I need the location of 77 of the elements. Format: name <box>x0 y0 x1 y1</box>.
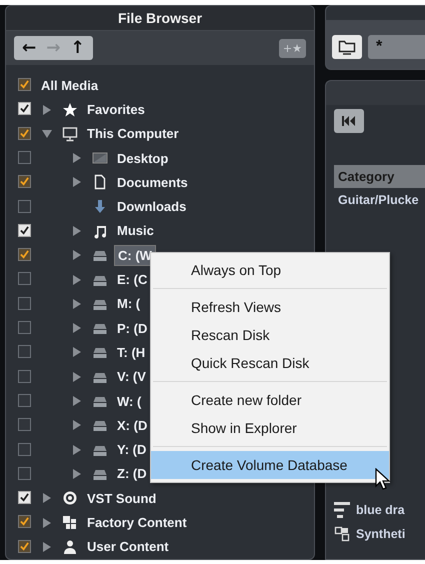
expand-arrow-icon[interactable] <box>72 177 82 188</box>
checkbox[interactable] <box>18 442 31 456</box>
cursor-icon <box>375 468 391 490</box>
document-icon <box>92 174 108 190</box>
menu-item[interactable]: Create Volume Database <box>151 451 389 479</box>
tree-item[interactable]: X: (D <box>114 416 150 435</box>
expand-arrow-icon[interactable] <box>72 153 82 164</box>
tree-item[interactable]: W: ( <box>114 392 144 411</box>
expand-arrow-icon[interactable] <box>72 347 82 358</box>
menu-item[interactable]: Refresh Views <box>151 293 389 321</box>
menu-item[interactable]: Quick Rescan Disk <box>151 349 389 377</box>
expand-arrow-icon[interactable] <box>72 372 82 382</box>
expand-arrow-icon[interactable] <box>72 444 82 455</box>
skip-to-start-icon <box>342 116 356 126</box>
checkbox[interactable] <box>18 321 31 334</box>
skip-to-start-button[interactable] <box>334 109 364 133</box>
tree-item[interactable]: Documents <box>114 172 191 192</box>
expand-arrow-icon[interactable] <box>42 104 52 114</box>
expand-arrow-icon[interactable] <box>72 420 82 430</box>
panel-title: File Browser <box>6 6 314 31</box>
tree-item[interactable]: Downloads <box>114 197 190 216</box>
down-arrow-icon <box>92 198 108 215</box>
checkbox[interactable] <box>18 418 31 432</box>
checkbox[interactable] <box>18 150 31 164</box>
checkbox[interactable] <box>18 466 31 480</box>
monitor-icon <box>62 126 78 142</box>
tree-item[interactable]: Y: (D <box>114 440 150 460</box>
tree-item[interactable]: This Computer <box>84 124 182 144</box>
expand-arrow-icon[interactable] <box>72 250 82 260</box>
lines-icon <box>334 502 350 518</box>
column-header[interactable]: Category <box>334 165 425 188</box>
folder-button[interactable] <box>332 35 362 59</box>
tree-item[interactable]: V: (V <box>114 367 149 386</box>
tree-item[interactable]: Music <box>114 221 157 240</box>
menu-item[interactable]: Show in Explorer <box>151 414 389 442</box>
user-icon <box>62 538 78 555</box>
blocks-icon <box>334 526 350 542</box>
tree-item[interactable]: Favorites <box>84 100 148 119</box>
checkbox[interactable] <box>18 345 31 358</box>
tree-item[interactable]: User Content <box>84 537 172 556</box>
search-field[interactable]: * <box>368 35 425 59</box>
tree-item[interactable]: P: (D <box>114 318 150 338</box>
tree-item[interactable]: All Media <box>38 76 102 95</box>
menu-item[interactable]: Create new folder <box>151 386 389 414</box>
nav-button[interactable]: ← <box>18 38 40 58</box>
checkbox[interactable] <box>18 296 31 310</box>
tree-item[interactable]: T: (H <box>114 342 148 362</box>
expand-arrow-icon[interactable] <box>42 518 52 528</box>
expand-arrow-icon[interactable] <box>72 226 82 236</box>
checkbox[interactable] <box>18 394 31 407</box>
expand-arrow-icon[interactable] <box>72 323 82 334</box>
collapse-arrow-icon[interactable] <box>42 128 52 139</box>
folder-icon <box>338 39 356 55</box>
star-icon <box>62 102 78 118</box>
desktop-icon <box>92 150 108 166</box>
expand-arrow-icon[interactable] <box>72 396 82 406</box>
tree-item[interactable]: Z: (D <box>114 464 150 484</box>
result-item[interactable]: blue dra <box>356 503 405 517</box>
expand-arrow-icon[interactable] <box>72 468 82 479</box>
nav-button[interactable]: ↑ <box>66 38 89 58</box>
expand-arrow-icon[interactable] <box>72 298 82 309</box>
checkbox[interactable] <box>18 370 31 383</box>
tree-item[interactable]: VST Sound <box>84 488 160 508</box>
checkbox[interactable] <box>18 200 31 213</box>
checkbox[interactable] <box>18 272 31 286</box>
result-item[interactable]: Syntheti <box>356 527 406 541</box>
menu-item[interactable]: Rescan Disk <box>151 321 389 349</box>
result-item[interactable]: Guitar/Plucke <box>338 193 419 207</box>
tree-item[interactable]: E: (C <box>114 270 150 290</box>
disc-icon <box>62 490 78 506</box>
tree-item[interactable]: Factory Content <box>84 513 190 532</box>
tree-item[interactable]: M: ( <box>114 294 144 314</box>
expand-arrow-icon[interactable] <box>42 542 52 552</box>
expand-arrow-icon[interactable] <box>72 274 82 285</box>
tree-item[interactable]: Desktop <box>114 148 172 168</box>
expand-arrow-icon[interactable] <box>42 493 52 504</box>
blocks-icon <box>62 514 78 531</box>
